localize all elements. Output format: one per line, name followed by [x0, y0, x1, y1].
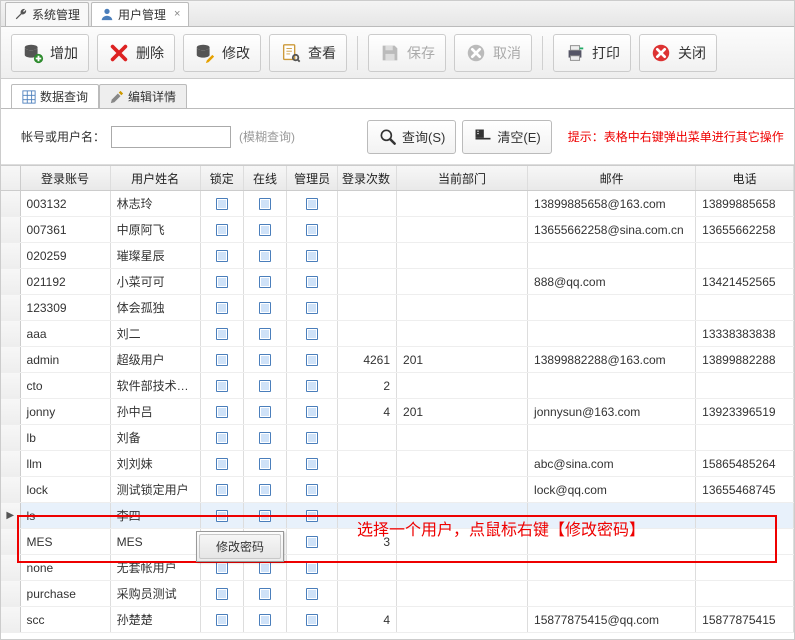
user-icon [100, 7, 114, 21]
database-edit-icon [194, 42, 216, 64]
col-phone[interactable]: 电话 [696, 166, 794, 190]
save-button[interactable]: 保存 [368, 34, 446, 72]
col-admin[interactable]: 管理员 [287, 166, 338, 190]
table-row[interactable]: llm刘刘妹abc@sina.com15865485264 [1, 451, 794, 477]
table-row[interactable]: 003132林志玲13899885658@163.com13899885658 [1, 191, 794, 217]
search-label: 帐号或用户名： [21, 128, 105, 145]
search-bar: 帐号或用户名： (模糊查询) 查询(S) 清空(E) 提示：表格中右键弹出菜单进… [1, 109, 794, 165]
tab-label: 系统管理 [32, 6, 80, 23]
tab-user-management[interactable]: 用户管理 × [91, 2, 189, 26]
print-button[interactable]: 打印 [553, 34, 631, 72]
grid-body: 003132林志玲13899885658@163.com138998856580… [1, 191, 794, 633]
app-window: 系统管理 用户管理 × 增加 删除 修改 查看 保 [0, 0, 795, 640]
view-button[interactable]: 查看 [269, 34, 347, 72]
col-online[interactable]: 在线 [244, 166, 287, 190]
col-username[interactable]: 用户姓名 [111, 166, 201, 190]
separator [542, 36, 543, 70]
table-row[interactable]: 123309体会孤独 [1, 295, 794, 321]
close-circle-icon [650, 42, 672, 64]
col-dept[interactable]: 当前部门 [397, 166, 528, 190]
col-logins[interactable]: 登录次数 [338, 166, 397, 190]
sub-tabs: 数据查询 编辑详情 [1, 83, 794, 109]
eraser-icon [473, 127, 493, 147]
tab-system-management[interactable]: 系统管理 [5, 2, 89, 26]
wrench-icon [14, 7, 28, 21]
search-icon [378, 127, 398, 147]
add-button[interactable]: 增加 [11, 34, 89, 72]
table-row[interactable]: 021192小菜可可888@qq.com13421452565 [1, 269, 794, 295]
table-row[interactable]: purchase采购员测试 [1, 581, 794, 607]
main-tabs: 系统管理 用户管理 × [1, 1, 794, 27]
table-row[interactable]: scc孙楚楚415877875415@qq.com15877875415 [1, 607, 794, 633]
clear-button[interactable]: 清空(E) [462, 120, 551, 154]
col-lock[interactable]: 锁定 [201, 166, 244, 190]
table-row[interactable]: lock测试锁定用户lock@qq.com13655468745 [1, 477, 794, 503]
table-row[interactable]: admin超级用户426120113899882288@163.com13899… [1, 347, 794, 373]
delete-button[interactable]: 删除 [97, 34, 175, 72]
col-email[interactable]: 邮件 [528, 166, 696, 190]
subtab-data-query[interactable]: 数据查询 [11, 84, 99, 108]
tab-label: 用户管理 [118, 6, 166, 23]
document-search-icon [280, 42, 302, 64]
cancel-icon [465, 42, 487, 64]
table-row[interactable]: aaa刘二13338383838 [1, 321, 794, 347]
separator [357, 36, 358, 70]
table-row[interactable]: ▶ls李四 [1, 503, 794, 529]
edit-button[interactable]: 修改 [183, 34, 261, 72]
right-click-tip: 提示：表格中右键弹出菜单进行其它操作 [568, 128, 784, 145]
table-row[interactable]: 020259璀璨星辰 [1, 243, 794, 269]
table-row[interactable]: MESMES3 [1, 529, 794, 555]
table-row[interactable]: lb刘备 [1, 425, 794, 451]
table-row[interactable]: 007361中原阿飞13655662258@sina.com.cn1365566… [1, 217, 794, 243]
grid-header: 登录账号 用户姓名 锁定 在线 管理员 登录次数 当前部门 邮件 电话 [1, 165, 794, 191]
table-row[interactable]: none无套帐用户 [1, 555, 794, 581]
query-button[interactable]: 查询(S) [367, 120, 456, 154]
database-add-icon [22, 42, 44, 64]
context-menu-change-password[interactable]: 修改密码 [199, 534, 281, 559]
close-icon[interactable]: × [174, 8, 180, 20]
table-row[interactable]: jonny孙中吕4201jonnysun@163.com13923396519 [1, 399, 794, 425]
search-input[interactable] [111, 126, 231, 148]
table-row[interactable]: cto软件部技术…2 [1, 373, 794, 399]
data-grid[interactable]: 登录账号 用户姓名 锁定 在线 管理员 登录次数 当前部门 邮件 电话 0031… [1, 165, 794, 633]
search-hint: (模糊查询) [239, 128, 295, 145]
cancel-button[interactable]: 取消 [454, 34, 532, 72]
subtab-edit-detail[interactable]: 编辑详情 [99, 84, 187, 108]
col-account[interactable]: 登录账号 [21, 166, 111, 190]
printer-icon [564, 42, 586, 64]
save-icon [379, 42, 401, 64]
pencil-icon [110, 90, 124, 104]
toolbar: 增加 删除 修改 查看 保存 取消 打印 关闭 [1, 27, 794, 79]
context-menu: 修改密码 [196, 531, 284, 562]
grid-icon [22, 90, 36, 104]
x-icon [108, 42, 130, 64]
close-button[interactable]: 关闭 [639, 34, 717, 72]
